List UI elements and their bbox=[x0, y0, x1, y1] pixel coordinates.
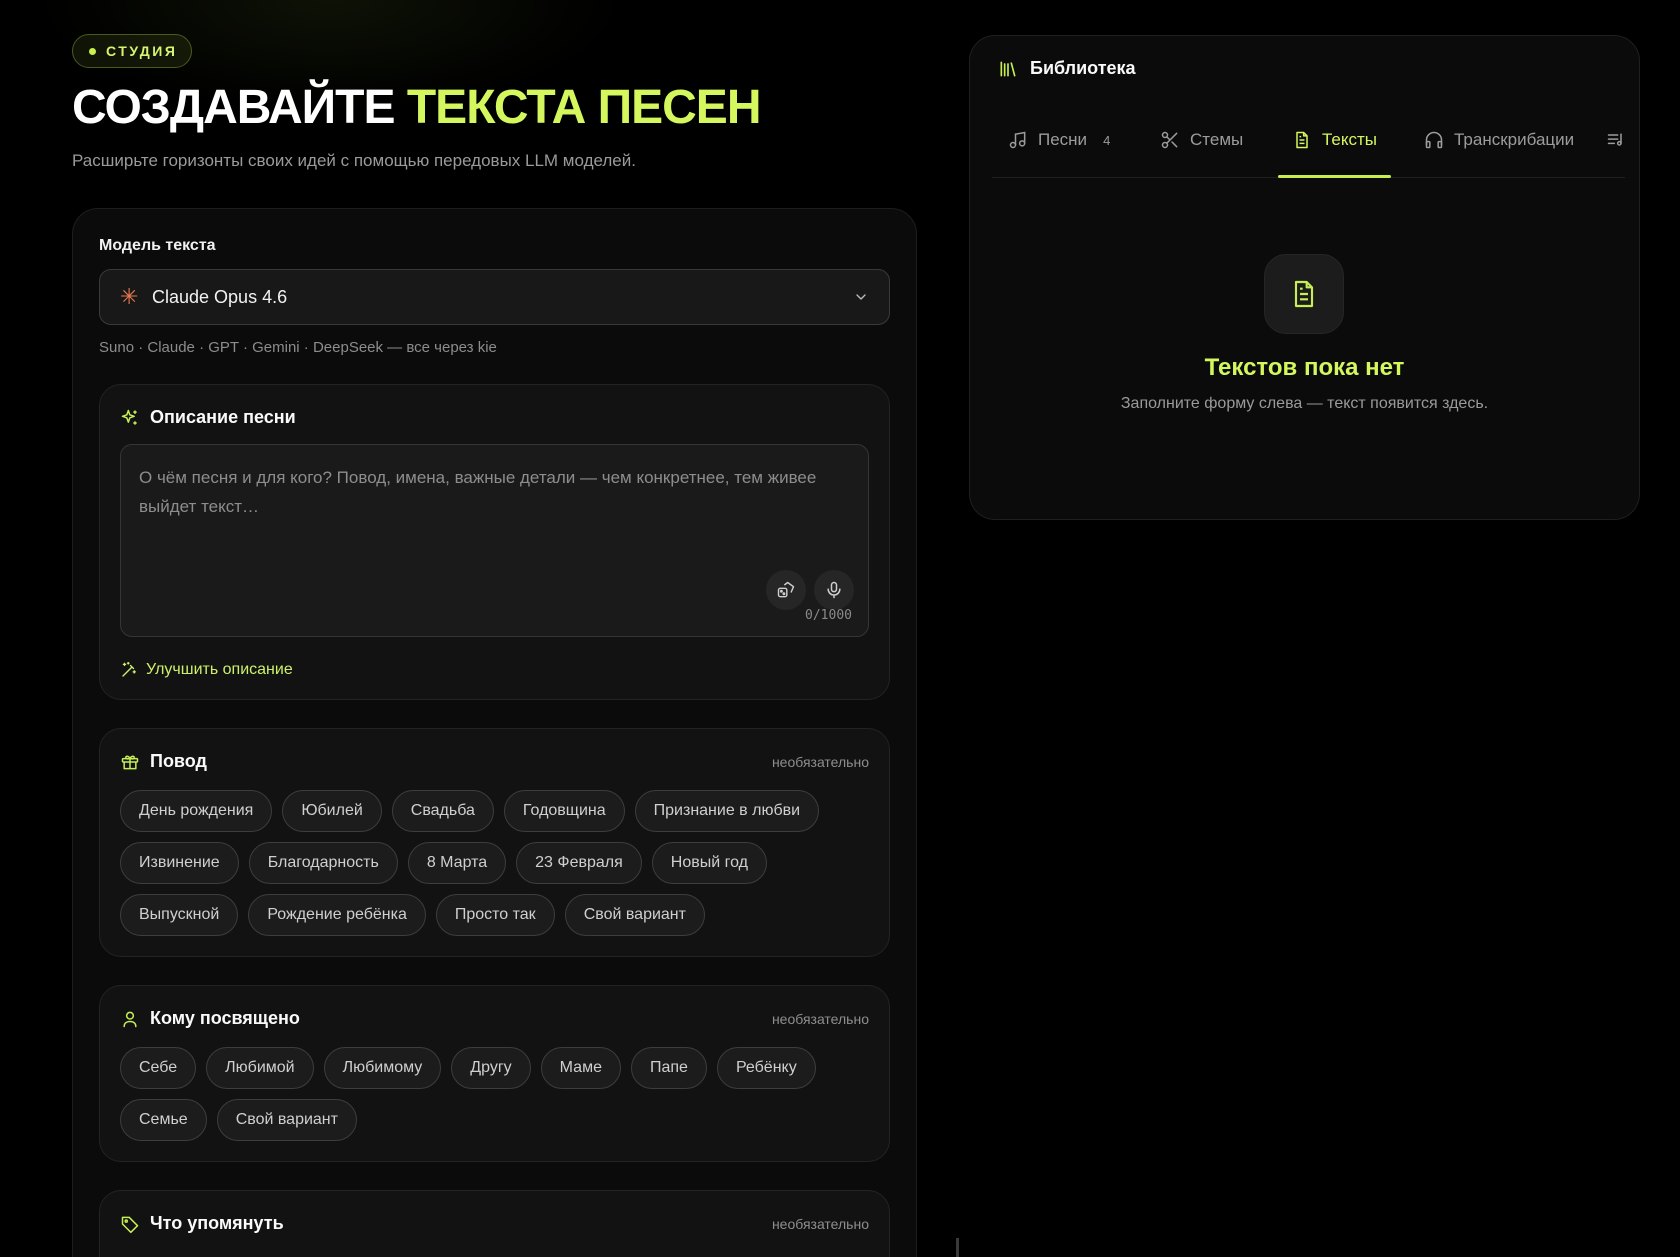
char-counter: 0/1000 bbox=[805, 608, 852, 623]
sparkles-icon bbox=[121, 409, 137, 425]
tab-stems-label: Стемы bbox=[1190, 130, 1244, 149]
mention-section: Что упомянуть необязательно bbox=[99, 1190, 890, 1257]
description-title: Описание песни bbox=[150, 407, 296, 427]
dedication-chip[interactable]: Себе bbox=[120, 1047, 197, 1089]
tag-icon bbox=[121, 1216, 139, 1233]
chevron-down-icon bbox=[856, 294, 866, 300]
occasion-chip[interactable]: 23 Февраля bbox=[516, 842, 642, 884]
description-textarea[interactable]: О чём песня и для кого? Повод, имена, ва… bbox=[120, 444, 869, 637]
microphone-icon bbox=[827, 581, 841, 599]
tab-songs-count: 4 bbox=[1103, 132, 1111, 148]
empty-state-icon bbox=[1264, 254, 1344, 334]
occasion-chip[interactable]: Рождение ребёнка bbox=[248, 894, 426, 936]
mention-optional-hint: необязательно bbox=[771, 1215, 869, 1232]
dedication-chips: Себе Любимой Любимому Другу Маме Папе Ре… bbox=[120, 1047, 869, 1141]
gift-icon bbox=[121, 754, 139, 769]
tab-songs-label: Песни bbox=[1038, 130, 1088, 149]
occasion-chip[interactable]: Новый год bbox=[651, 842, 767, 884]
status-dot bbox=[89, 47, 96, 55]
tab-lyrics[interactable]: Тексты bbox=[1277, 102, 1392, 178]
dedication-chip[interactable]: Ребёнку bbox=[716, 1047, 816, 1089]
occasion-section: Повод необязательно День рождения Юбилей… bbox=[99, 728, 890, 957]
magic-wand-icon bbox=[122, 661, 137, 677]
model-select[interactable]: ✳ Claude Opus 4.6 bbox=[99, 269, 890, 325]
mention-title: Что упомянуть bbox=[150, 1213, 284, 1233]
occasion-chip[interactable]: 8 Марта bbox=[407, 842, 507, 884]
tab-stems[interactable]: Стемы bbox=[1160, 102, 1243, 178]
studio-badge: СТУДИЯ bbox=[72, 34, 193, 68]
tab-lyrics-label: Тексты bbox=[1322, 130, 1378, 149]
occasion-chip[interactable]: Просто так bbox=[435, 894, 555, 936]
tab-transcriptions[interactable]: Транскрибации bbox=[1424, 102, 1574, 178]
lyrics-form: Модель текста ✳ Claude Opus 4.6 Suno · C… bbox=[72, 208, 917, 1257]
occasion-chip[interactable]: Выпускной bbox=[120, 894, 239, 936]
dedication-chip[interactable]: Семье bbox=[120, 1099, 207, 1141]
dedication-section: Кому посвящено необязательно Себе Любимо… bbox=[99, 985, 890, 1162]
dice-icon bbox=[777, 581, 795, 598]
tab-songs[interactable]: Песни 4 bbox=[1008, 102, 1110, 178]
tab-more[interactable] bbox=[1606, 102, 1626, 178]
improve-description-button[interactable]: Улучшить описание bbox=[120, 661, 869, 679]
tab-transcriptions-label: Транскрибации bbox=[1454, 130, 1575, 149]
studio-badge-label: СТУДИЯ bbox=[106, 43, 178, 59]
scissors-icon bbox=[1161, 131, 1178, 149]
occasion-optional-hint: необязательно bbox=[771, 753, 869, 770]
model-label: Модель текста bbox=[99, 237, 216, 254]
dedication-chip[interactable]: Любимой bbox=[206, 1047, 314, 1089]
random-dice-button[interactable] bbox=[766, 570, 806, 610]
dedication-chip[interactable]: Маме bbox=[540, 1047, 621, 1089]
dedication-chip[interactable]: Папе bbox=[630, 1047, 707, 1089]
improve-description-label: Улучшить описание bbox=[146, 661, 293, 678]
page-title-plain: СОЗДАВАЙТЕ bbox=[72, 81, 396, 134]
dedication-chip[interactable]: Другу bbox=[451, 1047, 531, 1089]
user-icon bbox=[123, 1011, 137, 1027]
scrollbar-thumb[interactable] bbox=[956, 1238, 959, 1257]
model-select-value: Claude Opus 4.6 bbox=[152, 286, 288, 307]
library-panel: Библиотека Песни 4 Стемы Тексты Транскри… bbox=[969, 35, 1640, 520]
headphones-icon bbox=[1425, 131, 1443, 149]
occasion-chip[interactable]: Признание в любви bbox=[634, 790, 820, 832]
description-placeholder: О чём песня и для кого? Повод, имена, ва… bbox=[139, 468, 817, 516]
dedication-title: Кому посвящено bbox=[150, 1008, 300, 1028]
empty-state-title: Текстов пока нет bbox=[1204, 354, 1405, 381]
document-icon bbox=[1296, 131, 1308, 149]
page-title: СОЗДАВАЙТЕ ТЕКСТА ПЕСЕН bbox=[72, 80, 917, 135]
occasion-chip-custom[interactable]: Свой вариант bbox=[564, 894, 705, 936]
dedication-optional-hint: необязательно bbox=[771, 1010, 869, 1027]
occasion-chips: День рождения Юбилей Свадьба Годовщина П… bbox=[120, 790, 869, 936]
music-note-icon bbox=[1009, 131, 1026, 149]
dedication-chip-custom[interactable]: Свой вариант bbox=[216, 1099, 357, 1141]
occasion-chip[interactable]: Благодарность bbox=[248, 842, 398, 884]
occasion-chip[interactable]: Извинение bbox=[120, 842, 239, 884]
description-section: Описание песни О чём песня и для кого? П… bbox=[99, 384, 890, 700]
dedication-chip[interactable]: Любимому bbox=[323, 1047, 442, 1089]
library-header: Библиотека bbox=[998, 58, 1136, 79]
occasion-title: Повод bbox=[150, 751, 207, 771]
occasion-chip[interactable]: Юбилей bbox=[282, 790, 382, 832]
library-title: Библиотека bbox=[1030, 58, 1136, 78]
playlist-icon bbox=[1607, 133, 1622, 146]
document-icon bbox=[1294, 280, 1314, 308]
library-tabs: Песни 4 Стемы Тексты Транскрибации bbox=[992, 102, 1625, 178]
claude-spark-icon: ✳ bbox=[120, 284, 139, 309]
providers-note: Suno · Claude · GPT · Gemini · DeepSeek … bbox=[99, 339, 497, 356]
page-subtitle: Расширьте горизонты своих идей с помощью… bbox=[72, 151, 636, 171]
empty-state-subtitle: Заполните форму слева — текст появится з… bbox=[1120, 395, 1489, 412]
page-title-accent: ТЕКСТА ПЕСЕН bbox=[406, 81, 762, 134]
occasion-chip[interactable]: Годовщина bbox=[503, 790, 625, 832]
occasion-chip[interactable]: Свадьба bbox=[391, 790, 494, 832]
studio-column: СТУДИЯ СОЗДАВАЙТЕ ТЕКСТА ПЕСЕН Расширьте… bbox=[72, 34, 917, 1257]
occasion-chip[interactable]: День рождения bbox=[120, 790, 273, 832]
library-icon bbox=[1000, 61, 1016, 76]
